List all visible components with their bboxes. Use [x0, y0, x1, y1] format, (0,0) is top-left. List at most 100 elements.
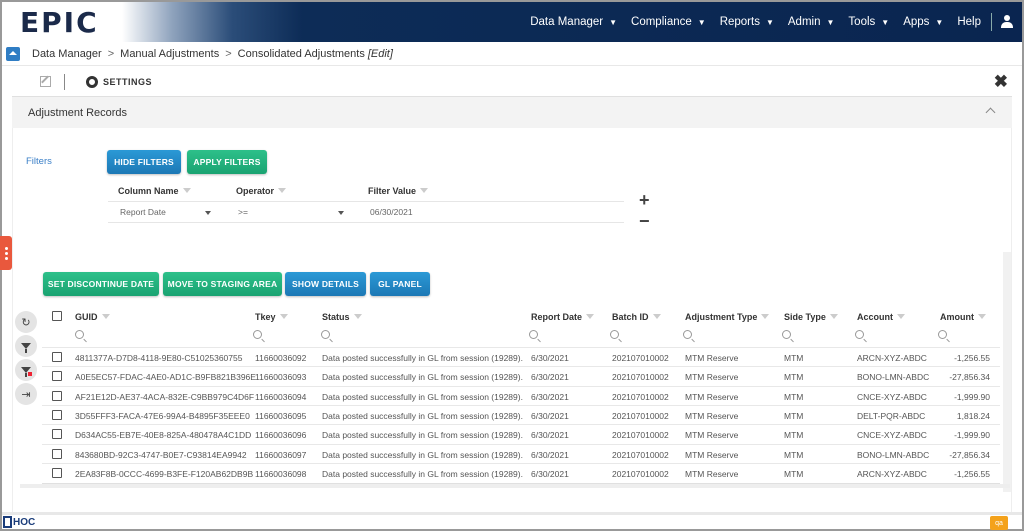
nav-reports[interactable]: Reports ▼: [720, 16, 774, 28]
column-name-select[interactable]: Report Date: [120, 207, 166, 217]
filter-header-operator[interactable]: Operator: [236, 186, 287, 196]
search-icon[interactable]: [75, 330, 84, 339]
column-header-batch-id[interactable]: Batch ID: [612, 312, 661, 322]
search-icon[interactable]: [855, 330, 864, 339]
divider: [108, 201, 624, 202]
search-icon[interactable]: [938, 330, 947, 339]
filter-value-input[interactable]: 06/30/2021: [370, 207, 413, 217]
refresh-icon[interactable]: ↻: [15, 311, 37, 333]
nav-help[interactable]: Help: [957, 16, 981, 28]
search-icon[interactable]: [782, 330, 791, 339]
tkey-cell: 11660036095: [255, 410, 307, 421]
filter-header-column-name[interactable]: Column Name: [118, 186, 191, 196]
breadcrumb-data-manager[interactable]: Data Manager: [32, 48, 102, 60]
filter-icon[interactable]: [353, 314, 362, 320]
nav-data-manager[interactable]: Data Manager ▼: [530, 16, 617, 28]
column-header-report-date[interactable]: Report Date: [531, 312, 595, 322]
hide-filters-button[interactable]: HIDE FILTERS: [107, 150, 181, 174]
filter-icon[interactable]: [829, 314, 838, 320]
table-row[interactable]: 4811377A-D7D8-4118-9E80-C51025360755 1166…: [42, 347, 1000, 366]
row-checkbox[interactable]: [52, 390, 62, 401]
show-details-button[interactable]: SHOW DETAILS: [285, 272, 366, 296]
side-drawer-handle[interactable]: [0, 236, 12, 270]
filter-icon[interactable]: [182, 188, 191, 194]
search-icon[interactable]: [610, 330, 619, 339]
search-icon[interactable]: [321, 330, 330, 339]
breadcrumb-consolidated-adjustments: Consolidated Adjustments: [237, 47, 365, 60]
operator-select[interactable]: >=: [238, 207, 248, 217]
clear-filter-icon[interactable]: [15, 359, 37, 381]
column-header-status[interactable]: Status: [322, 312, 362, 322]
breadcrumb-manual-adjustments[interactable]: Manual Adjustments: [120, 48, 219, 60]
table-row[interactable]: 2EA83F8B-0CCC-4699-B3FE-F120AB62DB9B 1166…: [42, 462, 1000, 482]
status-cell: Data posted successfully in GL from sess…: [322, 410, 523, 421]
gl-panel-button[interactable]: GL PANEL: [370, 272, 430, 296]
user-icon[interactable]: [1000, 15, 1014, 29]
row-checkbox[interactable]: [52, 448, 62, 459]
add-filter-icon[interactable]: +: [639, 191, 650, 209]
report-date-cell: 6/30/2021: [531, 353, 569, 363]
nav-tools[interactable]: Tools ▼: [848, 16, 889, 28]
row-checkbox[interactable]: [52, 371, 62, 382]
column-header-adjustment-type[interactable]: Adjustment Type: [685, 312, 770, 322]
filter-icon[interactable]: [15, 335, 37, 357]
column-header-side-type[interactable]: Side Type: [784, 312, 838, 322]
filter-icon[interactable]: [978, 314, 986, 320]
breadcrumb: Data Manager > Manual Adjustments > Cons…: [2, 42, 1022, 66]
row-checkbox[interactable]: [52, 352, 62, 362]
column-header-amount[interactable]: Amount: [940, 312, 986, 322]
horizontal-scrollbar[interactable]: [20, 484, 1010, 488]
export-icon[interactable]: ⇥: [15, 383, 37, 405]
chevron-down-icon[interactable]: [205, 211, 211, 215]
chevron-down-icon[interactable]: [338, 211, 344, 215]
table-row[interactable]: A0E5EC57-FDAC-4AE0-AD1C-B9FB821B396E 1166…: [42, 366, 1000, 385]
gear-icon[interactable]: [86, 76, 98, 88]
filter-icon[interactable]: [897, 314, 905, 320]
table-row[interactable]: 3D55FFF3-FACA-47E6-99A4-B4895F35EEE0 1166…: [42, 404, 1000, 424]
epic-logo[interactable]: EPIC: [20, 6, 99, 39]
header-label: Amount: [940, 312, 974, 322]
nav-admin[interactable]: Admin ▼: [788, 16, 835, 28]
apply-filters-button[interactable]: APPLY FILTERS: [187, 150, 267, 174]
report-date-cell: 6/30/2021: [531, 372, 569, 383]
search-icon[interactable]: [683, 330, 692, 339]
column-header-guid[interactable]: GUID: [75, 312, 110, 322]
close-icon[interactable]: ✖: [994, 72, 1008, 92]
table-row[interactable]: AF21E12D-AE37-4ACA-832E-C9BB979C4D6F 1166…: [42, 385, 1000, 405]
row-checkbox[interactable]: [52, 467, 62, 478]
collapse-chevron-icon[interactable]: [985, 107, 996, 118]
table-row[interactable]: D634AC55-EB7E-40E8-825A-480478A4C1DD 1166…: [42, 424, 1000, 443]
filter-icon[interactable]: [420, 188, 429, 194]
edit-icon[interactable]: [40, 76, 51, 87]
adjustment-records-panel-header[interactable]: Adjustment Records: [12, 96, 1012, 128]
row-checkbox[interactable]: [52, 409, 62, 420]
filter-header-filter-value[interactable]: Filter Value: [368, 186, 429, 196]
column-header-account[interactable]: Account: [857, 312, 905, 322]
filter-icon[interactable]: [586, 314, 595, 320]
remove-filter-icon[interactable]: −: [639, 212, 650, 230]
filter-icon[interactable]: [101, 314, 110, 320]
filter-icon[interactable]: [761, 314, 770, 320]
table-row[interactable]: 843680BD-92C3-4747-B0E7-C93814EA9942 1166…: [42, 443, 1000, 463]
home-icon[interactable]: [6, 46, 20, 61]
side-type-cell: MTM: [784, 430, 804, 441]
breadcrumb-mode: [Edit]: [367, 47, 393, 60]
nav-compliance[interactable]: Compliance ▼: [631, 16, 706, 28]
vertical-scrollbar[interactable]: [1003, 252, 1011, 492]
search-icon[interactable]: [529, 330, 538, 339]
row-checkbox[interactable]: [52, 429, 62, 440]
select-all-checkbox[interactable]: [52, 311, 62, 321]
filter-icon[interactable]: [279, 314, 288, 320]
filters-link[interactable]: Filters: [26, 156, 52, 167]
search-icon[interactable]: [253, 330, 262, 339]
filter-icon[interactable]: [652, 314, 661, 320]
filter-icon[interactable]: [278, 188, 287, 194]
report-date-cell: 6/30/2021: [531, 468, 569, 479]
move-to-staging-area-button[interactable]: MOVE TO STAGING AREA: [163, 272, 282, 296]
top-nav-bar: EPIC Data Manager ▼ Compliance ▼ Reports ▼ …: [2, 2, 1022, 42]
settings-button[interactable]: SETTINGS: [103, 77, 152, 87]
nav-apps[interactable]: Apps ▼: [903, 16, 943, 28]
tkey-cell: 11660036092: [255, 353, 307, 363]
column-header-tkey[interactable]: Tkey: [255, 312, 288, 322]
set-discontinue-date-button[interactable]: SET DISCONTINUE DATE: [43, 272, 159, 296]
